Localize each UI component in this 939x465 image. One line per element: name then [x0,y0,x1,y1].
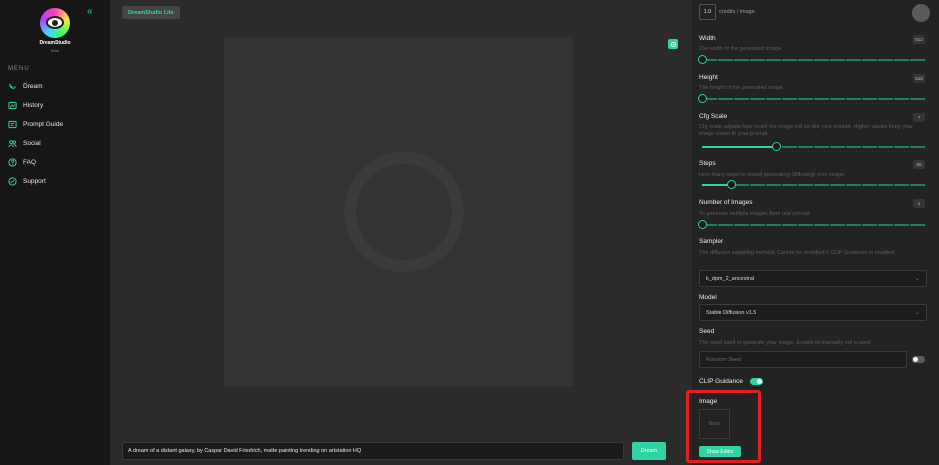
steps-label: Steps [699,160,716,167]
gear-icon [670,41,676,47]
seed-input[interactable]: Random Seed [699,351,907,368]
number-of-images-label: Number of Images [699,199,753,206]
width-label: Width [699,35,716,42]
history-icon [8,101,17,110]
number-of-images-description: To generate multiple images from one pro… [699,211,812,217]
canvas-settings-button[interactable] [668,39,678,49]
collapse-sidebar-icon[interactable]: « [87,6,93,17]
sidebar-item-label: Dream [23,82,43,90]
model-select[interactable]: Stable Diffusion v1.5 ⌄ [699,304,927,321]
slider-fill [702,146,776,148]
avatar[interactable] [912,4,930,22]
faq-icon [8,157,17,167]
sidebar-item-label: History [23,101,44,109]
sampler-select-value: k_dpm_2_ancestral [706,275,755,282]
social-icon [8,139,17,148]
slider-thumb[interactable] [698,94,707,103]
slider-thumb[interactable] [698,220,707,229]
sidebar-item-label: Social [23,139,41,147]
eye-logo-icon [46,16,64,29]
slider-thumb[interactable] [726,180,736,189]
steps-value[interactable]: 50 [913,160,925,169]
credits-value[interactable]: 1.0 [699,4,716,20]
sidebar-item-label: Prompt Guide [23,120,64,128]
number-of-images-value[interactable]: 1 [913,199,925,208]
chevron-down-icon: ⌄ [914,310,920,316]
support-icon [8,176,17,186]
height-value[interactable]: 512 [913,74,925,83]
credits-label: credits / image [719,9,755,15]
number-of-images-slider[interactable] [698,220,925,229]
sidebar-item-social[interactable]: Social [8,137,41,149]
loading-ring-icon [344,152,464,272]
cfg-scale-value[interactable]: 7 [913,113,925,122]
seed-label: Seed [699,328,715,335]
slider-thumb[interactable] [698,55,707,64]
slider-track [702,98,925,100]
height-label: Height [699,74,718,81]
steps-description: How many steps to spend generating (diff… [699,172,846,178]
cfg-scale-label: Cfg Scale [699,113,728,120]
dream-icon [8,82,17,91]
prompt-input[interactable]: A dream of a distant galaxy, by Caspar D… [122,442,624,460]
height-slider[interactable] [698,94,925,103]
brand-subtitle: beta [51,48,59,53]
sidebar-item-support[interactable]: Support [8,175,46,187]
chevron-down-icon: ⌄ [914,276,920,282]
dream-button[interactable]: Dream [632,442,666,460]
brand-name: DreamStudio [39,40,71,46]
sidebar-item-label: FAQ [23,158,37,166]
clip-guidance-toggle[interactable] [750,378,763,385]
cfg-scale-slider[interactable] [702,142,925,151]
toggle-knob [913,357,918,362]
sampler-select[interactable]: k_dpm_2_ancestral ⌄ [699,270,927,287]
toggle-knob [757,379,762,384]
highlight-box [686,390,761,463]
slider-thumb[interactable] [771,142,781,151]
sampler-label: Sampler [699,238,724,245]
sidebar-item-prompt-guide[interactable]: Prompt Guide [8,118,63,130]
slider-track [702,224,925,226]
sidebar-item-faq[interactable]: FAQ [8,156,36,168]
sidebar-item-dream[interactable]: Dream [8,80,43,92]
seed-toggle[interactable] [912,356,925,363]
height-description: The height of the generated image. [699,85,785,91]
width-slider[interactable] [698,55,925,64]
model-select-value: Stable Diffusion v1.5 [706,309,757,316]
model-label: Model [699,294,717,301]
sidebar-item-history[interactable]: History [8,99,43,111]
slider-track [702,59,925,61]
menu-label: MENU [8,66,30,72]
seed-description: The seed used to generate your image. En… [699,340,872,346]
clip-guidance-label: CLIP Guidance [699,378,743,385]
sampler-description: The diffusion sampling method. Cannot be… [699,250,896,256]
steps-slider[interactable] [702,180,925,189]
sidebar-item-label: Support [23,177,46,185]
width-description: The width of the generated image. [699,46,783,52]
cfg-scale-description: Cfg scale adjusts how much the image wil… [699,124,913,137]
width-value[interactable]: 512 [913,35,925,44]
prompt-guide-icon [8,120,17,129]
app-version-badge: DreamStudio Lite [122,6,180,19]
